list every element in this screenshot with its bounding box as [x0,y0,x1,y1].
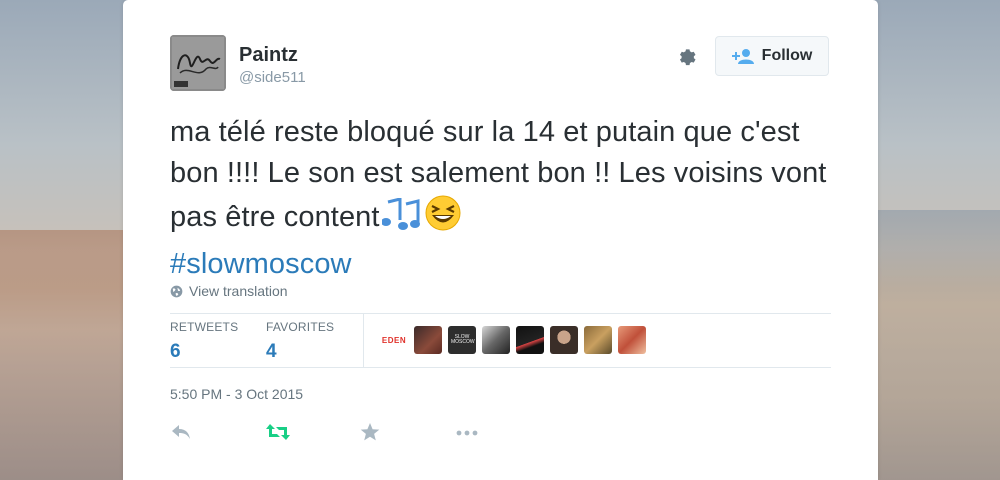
globe-icon [170,285,183,297]
grinning-squinting-emoji [424,194,462,244]
favoriter-avatar[interactable] [482,326,510,354]
favoriters-avatars: EDEN SLOW MOSCOW [380,326,646,354]
avatar[interactable] [170,35,226,91]
tweet-body-text: ma télé reste bloqué sur la 14 et putain… [170,116,827,233]
background-building-left [0,230,125,480]
favorites-stat[interactable]: FAVORITES 4 [266,320,334,363]
retweets-label: RETWEETS [170,320,239,334]
retweet-icon[interactable] [265,422,290,444]
view-translation-label: View translation [189,283,288,299]
notes-emoji [380,197,422,244]
stats-bottom-divider [170,367,831,368]
view-translation-link[interactable]: View translation [170,283,288,299]
stats-top-divider [170,313,831,314]
gear-icon[interactable] [675,45,701,71]
favoriter-avatar[interactable] [414,326,442,354]
avatar-graffiti-image [170,35,226,91]
background-building-right [875,210,1000,480]
retweets-stat[interactable]: RETWEETS 6 [170,320,238,363]
tweet-text: ma télé reste bloqué sur la 14 et putain… [170,112,830,285]
favoriter-avatar-eden[interactable]: EDEN [380,326,408,354]
reply-icon[interactable] [170,422,194,444]
more-icon[interactable] [455,422,479,444]
display-name[interactable]: Paintz [239,44,298,67]
retweets-count[interactable]: 6 [170,341,238,363]
favorites-label: FAVORITES [266,320,335,334]
favorites-count[interactable]: 4 [266,341,334,363]
follow-user-icon [731,49,754,64]
favoriter-avatar[interactable] [618,326,646,354]
tweet-timestamp[interactable]: 5:50 PM - 3 Oct 2015 [170,386,303,402]
favoriter-avatar-slow-moscow[interactable]: SLOW MOSCOW [448,326,476,354]
follow-button-label: Follow [761,47,813,64]
favoriter-avatar[interactable] [516,326,544,354]
tweet-card: Paintz @side511 Follow ma télé reste blo… [123,0,878,480]
stats-vertical-divider [363,313,364,367]
favoriter-avatar[interactable] [584,326,612,354]
user-handle[interactable]: @side511 [239,69,306,86]
follow-button[interactable]: Follow [715,36,829,76]
hashtag-link[interactable]: #slowmoscow [170,248,352,280]
favoriter-avatar[interactable] [550,326,578,354]
favorite-icon[interactable] [359,422,383,444]
